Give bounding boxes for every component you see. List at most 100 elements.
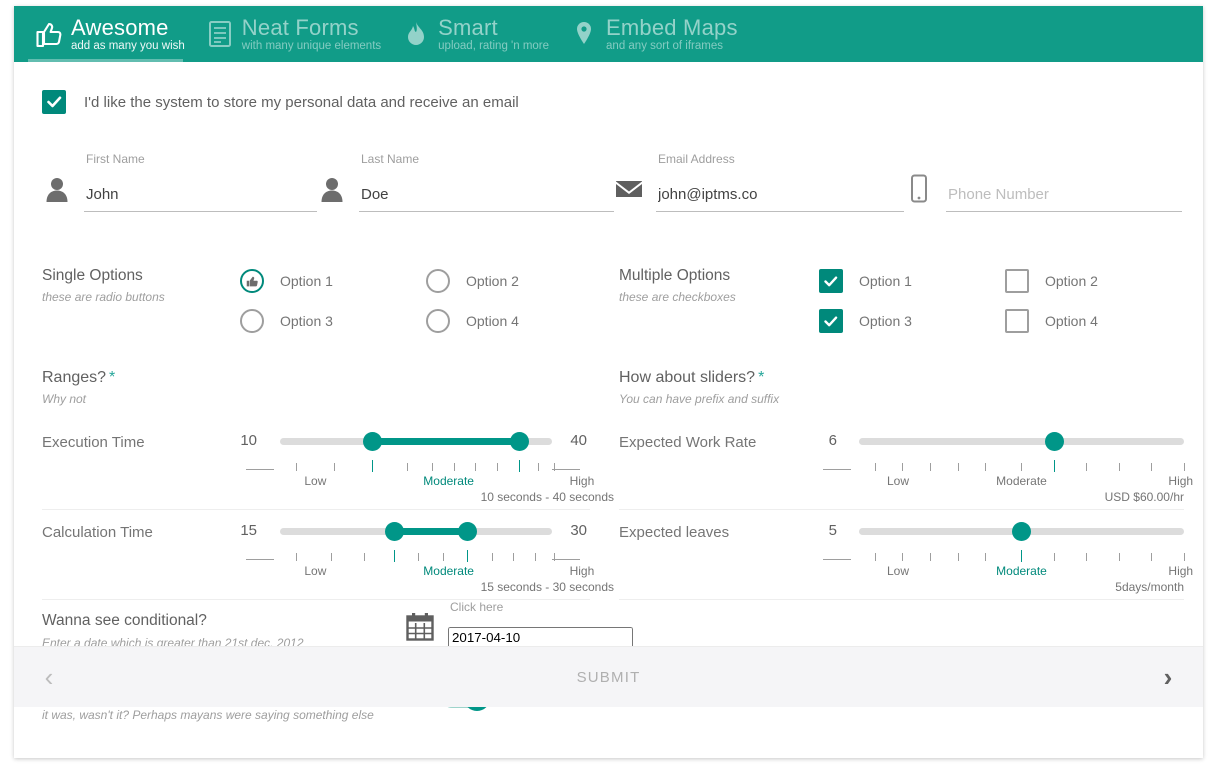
tick-cap-right — [552, 559, 580, 560]
email-input[interactable] — [656, 184, 904, 212]
tick — [418, 553, 419, 561]
radio-option-2[interactable]: Option 2 — [426, 269, 612, 293]
envelope-icon — [614, 172, 644, 206]
email-label: Email Address — [658, 152, 735, 166]
checkbox-option-3[interactable]: Option 3 — [819, 309, 1005, 333]
tick — [875, 463, 876, 471]
tick — [1184, 463, 1185, 471]
scale-label-moderate: Moderate — [423, 564, 474, 578]
slider-knob[interactable] — [1045, 432, 1064, 451]
app-root: Awesome add as many you wish Neat Forms — [0, 0, 1217, 764]
tick — [407, 463, 408, 471]
flame-icon — [401, 17, 431, 51]
tick — [296, 463, 297, 471]
tick — [443, 553, 444, 561]
slider-ticks — [280, 550, 552, 562]
slider-min-value: 15 — [217, 522, 257, 539]
tick — [364, 553, 365, 561]
tick-active-high — [519, 460, 520, 472]
thumbs-up-icon — [34, 17, 64, 51]
tick-cap-left — [246, 559, 274, 560]
slider-min-value: 10 — [217, 432, 257, 449]
single-track-area[interactable]: Low Moderate High 5days/month — [859, 520, 1184, 590]
slider-suffix: 10 seconds - 40 seconds — [481, 490, 614, 504]
tick — [1021, 463, 1022, 471]
tick — [930, 463, 931, 471]
single-options-grid: Option 1 Option 2 Option 3 Option 4 — [240, 269, 612, 333]
divider — [42, 509, 590, 510]
divider — [619, 599, 1184, 600]
single-track-area[interactable]: Low Moderate High USD $60.00/hr — [859, 430, 1184, 500]
last-name-wrap: Last Name — [359, 184, 614, 212]
slider-ticks — [859, 460, 1184, 472]
range-track-area[interactable]: Low Moderate High 15 seconds - 30 second… — [280, 520, 552, 590]
phone-input[interactable] — [946, 184, 1182, 212]
tick — [331, 553, 332, 561]
tick — [1151, 553, 1152, 561]
radio-option-3[interactable]: Option 3 — [240, 309, 426, 333]
range-track-area[interactable]: Low Moderate High 10 seconds - 40 second… — [280, 430, 552, 500]
tab-awesome[interactable]: Awesome add as many you wish — [30, 6, 201, 62]
slider-calculation-time: Calculation Time 15 30 — [42, 520, 602, 600]
date-input[interactable] — [448, 627, 633, 648]
phone-wrap — [946, 184, 1182, 212]
tab-smart-text: Smart upload, rating 'n more — [438, 15, 549, 53]
slider-knob-low[interactable] — [363, 432, 382, 451]
slider-suffix: USD $60.00/hr — [1105, 490, 1184, 504]
tick-cap-left — [823, 469, 851, 470]
slider-suffix: 5days/month — [1115, 580, 1184, 594]
consent-row[interactable]: I'd like the system to store my personal… — [42, 90, 519, 114]
tab-embed-maps-text: Embed Maps and any sort of iframes — [606, 15, 738, 53]
checkbox-option-1[interactable]: Option 1 — [819, 269, 1005, 293]
contact-fields-row: First Name Last Name — [42, 172, 1182, 212]
slider-knob[interactable] — [1012, 522, 1031, 541]
consent-label: I'd like the system to store my personal… — [84, 94, 519, 111]
tab-title: Smart — [438, 17, 549, 39]
radio-option-1[interactable]: Option 1 — [240, 269, 426, 293]
email-field: Email Address — [614, 172, 904, 212]
radio-option-4[interactable]: Option 4 — [426, 309, 612, 333]
phone-field — [904, 172, 1182, 212]
tick — [492, 553, 493, 561]
sliders-subtitle: You can have prefix and suffix — [619, 392, 779, 406]
slider-knob-low[interactable] — [385, 522, 404, 541]
form-grid-icon — [205, 17, 235, 51]
tick-cap-right — [552, 469, 580, 470]
slider-fill — [372, 438, 519, 445]
slider-knob-high[interactable] — [510, 432, 529, 451]
scale-label-low: Low — [887, 474, 909, 488]
tick — [475, 463, 476, 471]
next-button[interactable]: › — [1133, 662, 1203, 693]
page-card: Awesome add as many you wish Neat Forms — [14, 6, 1203, 758]
tab-smart[interactable]: Smart upload, rating 'n more — [397, 6, 565, 62]
submit-button[interactable]: SUBMIT — [84, 669, 1133, 686]
phone-icon — [904, 172, 934, 206]
tab-neat-forms[interactable]: Neat Forms with many unique elements — [201, 6, 397, 62]
map-pin-icon — [569, 17, 599, 51]
prev-button[interactable]: ‹ — [14, 662, 84, 693]
checkbox-empty-icon — [1005, 269, 1029, 293]
slider-knob-high[interactable] — [458, 522, 477, 541]
tick-active-high — [467, 550, 468, 562]
first-name-input[interactable] — [84, 184, 317, 212]
header-tabbar: Awesome add as many you wish Neat Forms — [14, 6, 1203, 62]
checkbox-option-2[interactable]: Option 2 — [1005, 269, 1191, 293]
tick — [535, 553, 536, 561]
tab-embed-maps[interactable]: Embed Maps and any sort of iframes — [565, 6, 754, 62]
calendar-icon[interactable] — [404, 610, 436, 644]
tick-active-low — [372, 460, 373, 472]
tick — [902, 553, 903, 561]
single-options-block: Single Options these are radio buttons O… — [42, 267, 602, 304]
last-name-input[interactable] — [359, 184, 614, 212]
radio-empty-icon — [426, 269, 450, 293]
checkbox-option-4[interactable]: Option 4 — [1005, 309, 1191, 333]
slider-label: Expected leaves — [619, 524, 729, 541]
last-name-label: Last Name — [361, 152, 419, 166]
tick — [1054, 553, 1055, 561]
form-footer: ‹ SUBMIT › — [14, 646, 1203, 707]
tick — [296, 553, 297, 561]
scale-label-low: Low — [304, 564, 326, 578]
consent-checkbox[interactable] — [42, 90, 66, 114]
slider-ticks — [280, 460, 552, 472]
form-body: I'd like the system to store my personal… — [14, 62, 1203, 707]
